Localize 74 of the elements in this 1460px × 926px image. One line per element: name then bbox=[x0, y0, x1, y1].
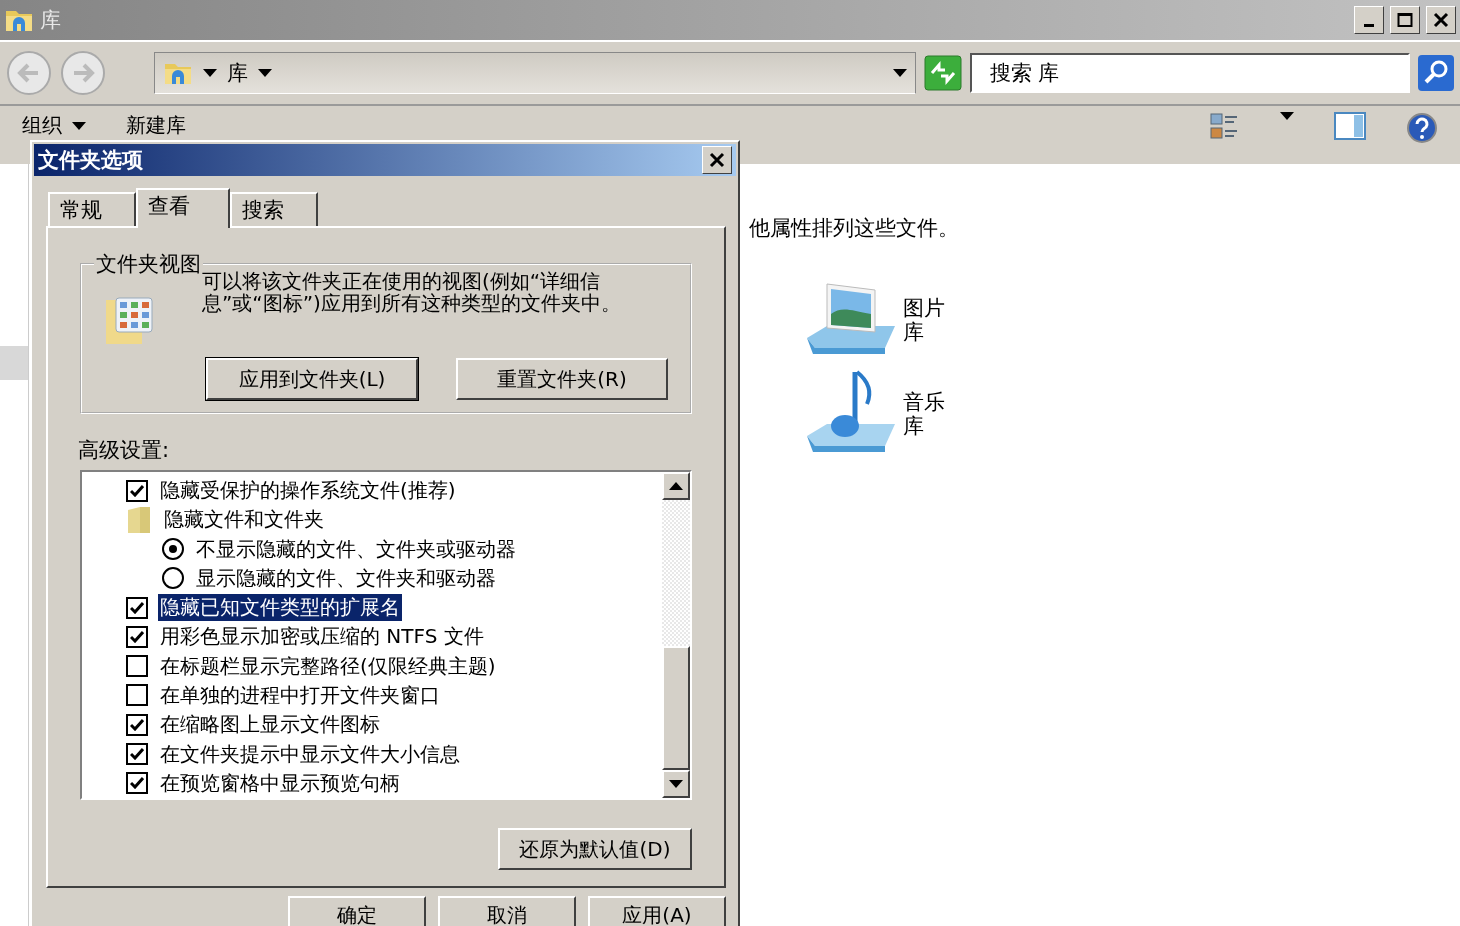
checkbox[interactable] bbox=[126, 625, 148, 648]
close-icon bbox=[709, 152, 725, 168]
description-text: 可以将该文件夹正在使用的视图(例如“详细信息”或“图标”)应用到所有这种类型的文件夹中。 bbox=[202, 270, 622, 317]
search-icon[interactable] bbox=[1418, 55, 1454, 91]
checkmark-icon bbox=[130, 748, 144, 760]
checkbox[interactable] bbox=[126, 655, 148, 678]
setting-label[interactable]: 在预览窗格中显示预览句柄 bbox=[158, 769, 402, 797]
checkbox[interactable] bbox=[126, 713, 148, 736]
maximize-icon bbox=[1397, 12, 1413, 28]
dialog-title: 文件夹选项 bbox=[38, 147, 143, 174]
folder-button[interactable]: 应用到文件夹(L) bbox=[206, 358, 418, 400]
folder-button[interactable]: 重置文件夹(R) bbox=[456, 358, 668, 400]
checkmark-icon bbox=[130, 484, 144, 497]
help-icon[interactable] bbox=[1406, 112, 1438, 144]
radio-button[interactable] bbox=[162, 567, 184, 590]
close-button[interactable] bbox=[702, 146, 732, 174]
checkbox[interactable] bbox=[126, 596, 148, 619]
setting-label[interactable]: 隐藏受保护的操作系统文件(推荐) bbox=[158, 477, 458, 505]
checkmark-icon bbox=[130, 718, 144, 731]
caret-icon bbox=[72, 121, 86, 130]
caret-icon bbox=[1280, 112, 1294, 120]
setting-label[interactable]: 显示隐藏的文件、文件夹和驱动器 bbox=[194, 564, 498, 592]
description-text: 他属性排列这些文件。 bbox=[749, 215, 960, 242]
dropdown-icon bbox=[893, 69, 907, 77]
caret-icon bbox=[203, 69, 217, 77]
radio-button[interactable] bbox=[162, 538, 184, 561]
dialog-button[interactable]: 应用(A) bbox=[588, 896, 726, 926]
arrow-up-icon bbox=[669, 482, 683, 490]
tab[interactable]: 查看 bbox=[136, 188, 230, 228]
scroll-up-button[interactable] bbox=[662, 472, 690, 500]
tab[interactable]: 常规 bbox=[48, 192, 136, 226]
caret-icon bbox=[258, 69, 272, 77]
checkbox[interactable] bbox=[126, 684, 148, 707]
checkbox[interactable] bbox=[126, 743, 148, 765]
library-name[interactable]: 图片库 bbox=[903, 295, 948, 345]
setting-label[interactable]: 在单独的进程中打开文件夹窗口 bbox=[158, 682, 442, 709]
preview-pane-icon[interactable] bbox=[1334, 112, 1366, 140]
setting-label[interactable]: 隐藏已知文件类型的扩展名 bbox=[158, 594, 402, 622]
breadcrumb[interactable]: 库 bbox=[227, 59, 248, 87]
window-title: 库 bbox=[40, 7, 62, 34]
checkmark-icon bbox=[130, 777, 144, 790]
maximize-button[interactable] bbox=[1390, 6, 1420, 34]
setting-label[interactable]: 不显示隐藏的文件、文件夹或驱动器 bbox=[194, 535, 518, 563]
tab[interactable]: 搜索 bbox=[230, 192, 318, 226]
checkbox[interactable] bbox=[126, 479, 148, 502]
scroll-down-button[interactable] bbox=[662, 770, 690, 798]
setting-label[interactable]: 用彩色显示加密或压缩的 NTFS 文件 bbox=[158, 623, 486, 651]
scroll-thumb[interactable] bbox=[662, 646, 690, 770]
minimize-button[interactable] bbox=[1354, 6, 1384, 34]
address-bar[interactable]: 库 bbox=[154, 52, 916, 94]
section-label: 高级设置: bbox=[78, 437, 171, 464]
checkmark-icon bbox=[130, 601, 144, 614]
toolbar-button[interactable]: 新建库 bbox=[126, 112, 186, 139]
dialog-button[interactable]: 确定 bbox=[288, 896, 426, 926]
search-field[interactable]: 搜索 库 bbox=[970, 53, 1410, 93]
view-options-icon[interactable] bbox=[1210, 112, 1240, 142]
checkbox[interactable] bbox=[126, 772, 148, 795]
close-button[interactable] bbox=[1426, 6, 1456, 34]
group-title: 文件夹视图 bbox=[95, 251, 202, 278]
restore-defaults-button[interactable]: 还原为默认值(D) bbox=[498, 828, 692, 870]
library-name[interactable]: 音乐库 bbox=[903, 389, 948, 439]
checkmark-icon bbox=[130, 630, 144, 643]
dialog-button[interactable]: 取消 bbox=[438, 896, 576, 926]
setting-label[interactable]: 在标题栏显示完整路径(仅限经典主题) bbox=[158, 652, 498, 680]
close-icon bbox=[1433, 12, 1449, 28]
folder-icon bbox=[126, 505, 152, 534]
toolbar-button[interactable]: 组织 bbox=[22, 112, 86, 139]
scrollbar[interactable] bbox=[662, 472, 690, 798]
arrow-down-icon bbox=[669, 780, 683, 788]
minimize-icon bbox=[1364, 23, 1374, 27]
refresh-button[interactable] bbox=[924, 55, 962, 91]
setting-label[interactable]: 在文件夹提示中显示文件大小信息 bbox=[158, 740, 462, 768]
setting-label[interactable]: 在缩略图上显示文件图标 bbox=[158, 711, 382, 739]
setting-label[interactable]: 隐藏文件和文件夹 bbox=[162, 506, 326, 534]
